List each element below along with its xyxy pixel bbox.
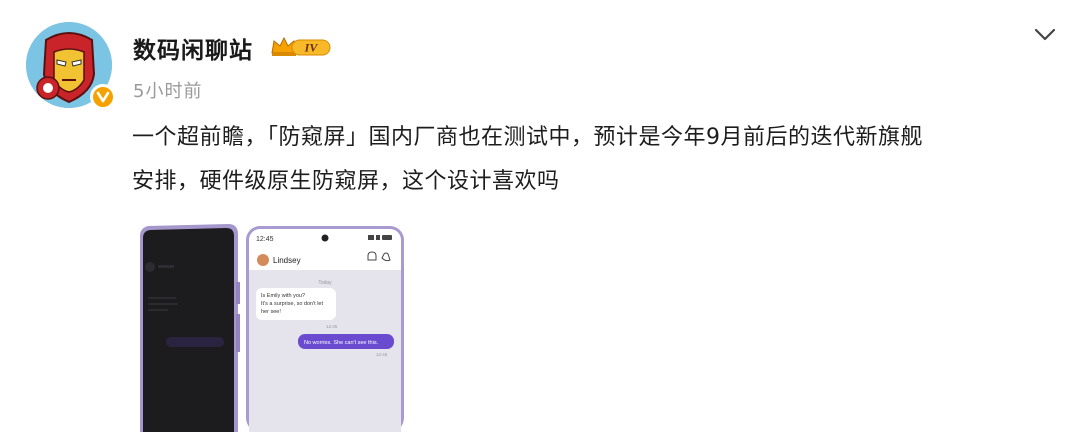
author-name[interactable]: 数码闲聊站 bbox=[133, 31, 253, 65]
post-time: 5小时前 bbox=[133, 81, 203, 102]
level-badge-text: IV bbox=[304, 41, 319, 55]
chevron-down-icon bbox=[1034, 28, 1056, 41]
level-badge[interactable]: IV bbox=[270, 34, 332, 58]
post-content: 一个超前瞻，「防窥屏」国内厂商也在测试中，预计是今年9月前后的迭代新旗舰 安排，… bbox=[132, 116, 1052, 204]
author-avatar-container[interactable] bbox=[26, 22, 116, 110]
more-options-button[interactable] bbox=[1034, 26, 1056, 42]
phone-contact-name: Lindsey bbox=[273, 256, 301, 265]
v-badge-icon bbox=[96, 91, 110, 103]
post-image[interactable]: 12:45 Lindsey Today Is Emily with you? I… bbox=[136, 222, 408, 432]
verify-badge bbox=[90, 84, 116, 110]
phone-date-label: Today bbox=[318, 280, 332, 286]
incoming-message-line-2: It's a surprise, so don't let bbox=[261, 301, 323, 307]
post-content-line-2: 安排，硬件级原生防窥屏，这个设计喜欢吗 bbox=[132, 169, 560, 194]
outgoing-message: No worries. She can't see this. bbox=[304, 340, 379, 346]
incoming-message-time: 12:45 bbox=[326, 324, 338, 329]
incoming-message-line-3: her see! bbox=[261, 309, 281, 315]
phone-status-time: 12:45 bbox=[256, 236, 274, 243]
post-content-line-1: 一个超前瞻，「防窥屏」国内厂商也在测试中，预计是今年9月前后的迭代新旗舰 bbox=[132, 125, 923, 150]
outgoing-message-time: 12:45 bbox=[376, 352, 388, 357]
incoming-message-line-1: Is Emily with you? bbox=[261, 293, 305, 299]
phones-image: 12:45 Lindsey Today Is Emily with you? I… bbox=[140, 224, 404, 432]
crown-level-icon: IV bbox=[271, 36, 331, 56]
